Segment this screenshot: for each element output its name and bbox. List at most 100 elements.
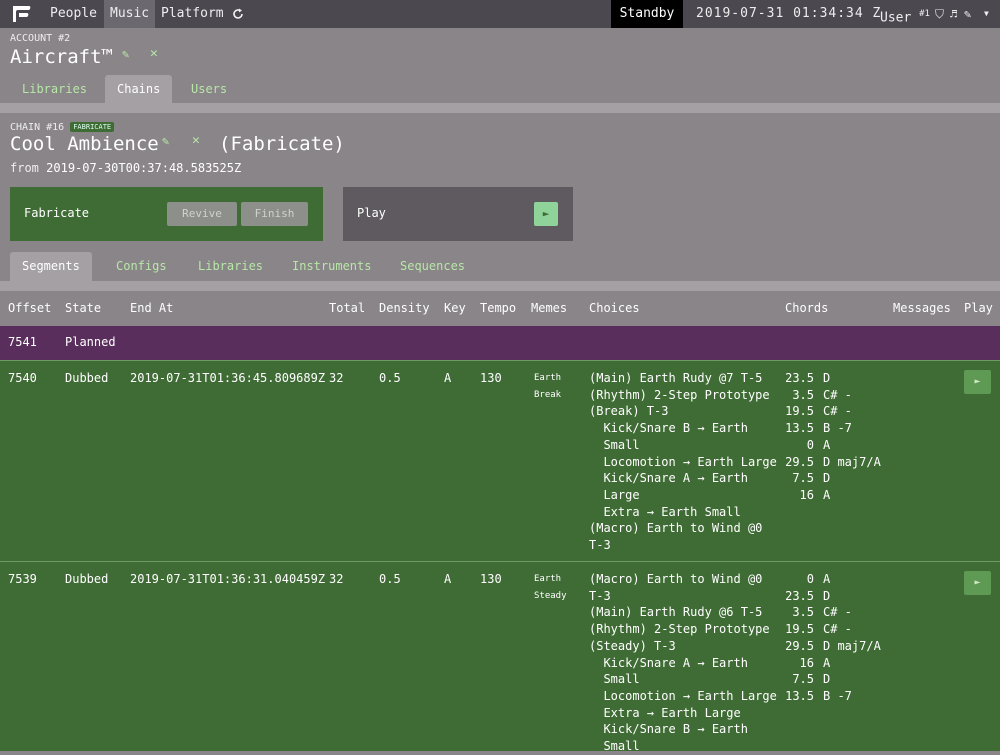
nav-music[interactable]: Music — [104, 0, 156, 28]
chord-name: D — [823, 371, 831, 385]
chord-position: 0 — [806, 437, 814, 452]
tab-chains[interactable]: Chains — [105, 75, 173, 103]
chain-from: from 2019-07-30T00:37:48.583525Z — [10, 161, 241, 175]
refresh-icon[interactable] — [232, 8, 244, 20]
chord-name: A — [823, 437, 831, 452]
tab-segments[interactable]: Segments — [10, 252, 92, 281]
header-state: State — [65, 301, 102, 315]
standby-status[interactable]: Standby — [611, 0, 683, 28]
chord-name: C# - — [823, 387, 852, 402]
edit-account-icon[interactable]: ✎ — [122, 47, 129, 61]
chord-name: C# - — [823, 404, 852, 419]
play-button[interactable]: ► — [534, 202, 558, 226]
header-tempo: Tempo — [480, 301, 517, 315]
chord-position: 19.5 — [785, 404, 814, 419]
chord-position: 3.5 — [792, 605, 814, 620]
chain-label: CHAIN #16 FABRICATE — [10, 122, 115, 133]
nav-people[interactable]: People — [44, 0, 103, 28]
cell-chord-positions: 23.5 3.5 19.5 13.5 0 29.5 7.5 16 — [772, 370, 814, 504]
tab-sequences[interactable]: Sequences — [388, 252, 477, 280]
choice-line: Extra → Earth Small — [589, 504, 741, 519]
chord-position: 16 — [799, 487, 814, 502]
chord-position: 29.5 — [785, 638, 814, 653]
cell-memes: Earth Steady — [534, 571, 567, 605]
cell-end-at: 2019-07-31T01:36:31.040459Z — [130, 572, 326, 586]
choice-line: T-3 — [589, 538, 611, 553]
chord-name: A — [823, 572, 831, 586]
choice-line: T-3 — [589, 588, 611, 603]
header-memes: Memes — [531, 301, 568, 315]
user-menu[interactable]: User #1 — [880, 0, 930, 28]
cell-offset: 7541 — [8, 335, 37, 349]
choice-line: Kick/Snare B → Earth — [589, 722, 748, 737]
tab-libraries[interactable]: Libraries — [10, 75, 99, 103]
cell-density: 0.5 — [379, 371, 401, 385]
chord-position: 13.5 — [785, 688, 814, 703]
segment-play-button[interactable]: ► — [964, 370, 991, 394]
chord-position: 3.5 — [792, 387, 814, 402]
revive-button[interactable]: Revive — [167, 202, 237, 226]
table-header: Offset State End At Total Density Key Te… — [0, 291, 1000, 326]
cell-choices: (Macro) Earth to Wind @0 T-3 (Main) Eart… — [589, 571, 777, 755]
account-section: ACCOUNT #2 Aircraft™ ✎ ✕ Libraries Chain… — [0, 28, 1000, 103]
chord-position: 23.5 — [785, 371, 814, 385]
chord-name: D maj7/A — [823, 638, 881, 653]
meme-item: Earth — [534, 373, 562, 383]
cell-state: Dubbed — [65, 371, 109, 385]
chord-name: A — [823, 487, 831, 502]
choice-line: Locomotion → Earth Large — [589, 688, 777, 703]
meme-item: Break — [534, 390, 562, 400]
table-row[interactable]: 7539 Dubbed 2019-07-31T01:36:31.040459Z … — [0, 561, 1000, 753]
chord-position: 13.5 — [785, 421, 814, 436]
choice-line: Small — [589, 437, 640, 452]
logo-icon[interactable] — [10, 4, 32, 24]
segment-play-button[interactable]: ► — [964, 571, 991, 595]
tab-libraries-chain[interactable]: Libraries — [186, 252, 275, 280]
cell-key: A — [444, 572, 452, 586]
shield-icon[interactable]: ⛉ — [935, 0, 944, 28]
header-messages: Messages — [893, 301, 951, 315]
tab-users[interactable]: Users — [179, 75, 239, 103]
cell-state: Planned — [65, 335, 116, 349]
choice-line: (Macro) Earth to Wind @0 — [589, 572, 763, 586]
delete-chain-icon[interactable]: ✕ — [192, 133, 200, 148]
cell-memes: Earth Break — [534, 370, 561, 404]
header-density: Density — [379, 301, 430, 315]
table-row-planned[interactable]: 7541 Planned — [0, 326, 1000, 360]
nav-platform[interactable]: Platform — [155, 0, 230, 28]
wrench-icon[interactable]: ✎ — [964, 0, 971, 28]
cell-tempo: 130 — [480, 572, 502, 586]
chord-position: 7.5 — [792, 672, 814, 687]
choice-line: (Rhythm) 2-Step Prototype — [589, 622, 770, 637]
tab-configs[interactable]: Configs — [104, 252, 179, 280]
choice-line: Kick/Snare B → Earth — [589, 421, 748, 436]
user-number: #1 — [919, 9, 930, 19]
chain-name: Cool Ambience — [10, 133, 159, 155]
cell-key: A — [444, 371, 452, 385]
chord-name: C# - — [823, 605, 852, 620]
choice-line: Locomotion → Earth Large — [589, 454, 777, 469]
tab-instruments[interactable]: Instruments — [280, 252, 383, 280]
choice-line: (Steady) T-3 — [589, 638, 676, 653]
play-label: Play — [357, 206, 386, 220]
choice-line: (Main) Earth Rudy @7 T-5 — [589, 371, 763, 385]
header-key: Key — [444, 301, 466, 315]
choice-line: (Break) T-3 — [589, 404, 669, 419]
choice-line: Kick/Snare A → Earth — [589, 471, 748, 486]
choice-line: (Macro) Earth to Wind @0 — [589, 521, 763, 536]
chord-name: D — [823, 471, 831, 486]
clock: 2019-07-31 01:34:34 Z — [696, 6, 882, 21]
cell-tempo: 130 — [480, 371, 502, 385]
choice-line: (Rhythm) 2-Step Prototype — [589, 387, 770, 402]
delete-account-icon[interactable]: ✕ — [150, 46, 158, 61]
table-row[interactable]: 7540 Dubbed 2019-07-31T01:36:45.809689Z … — [0, 360, 1000, 561]
top-bar: People Music Platform Standby 2019-07-31… — [0, 0, 1000, 28]
edit-chain-icon[interactable]: ✎ — [162, 134, 169, 148]
cell-total: 32 — [329, 371, 344, 385]
chevron-down-icon[interactable]: ▼ — [984, 0, 989, 28]
chord-position: 7.5 — [792, 471, 814, 486]
cell-chord-names: A D C# - C# - D maj7/A A D B -7 — [823, 571, 881, 705]
play-box: Play ► — [343, 187, 573, 241]
music-note-icon[interactable]: ♬ — [950, 0, 957, 28]
finish-button[interactable]: Finish — [241, 202, 308, 226]
